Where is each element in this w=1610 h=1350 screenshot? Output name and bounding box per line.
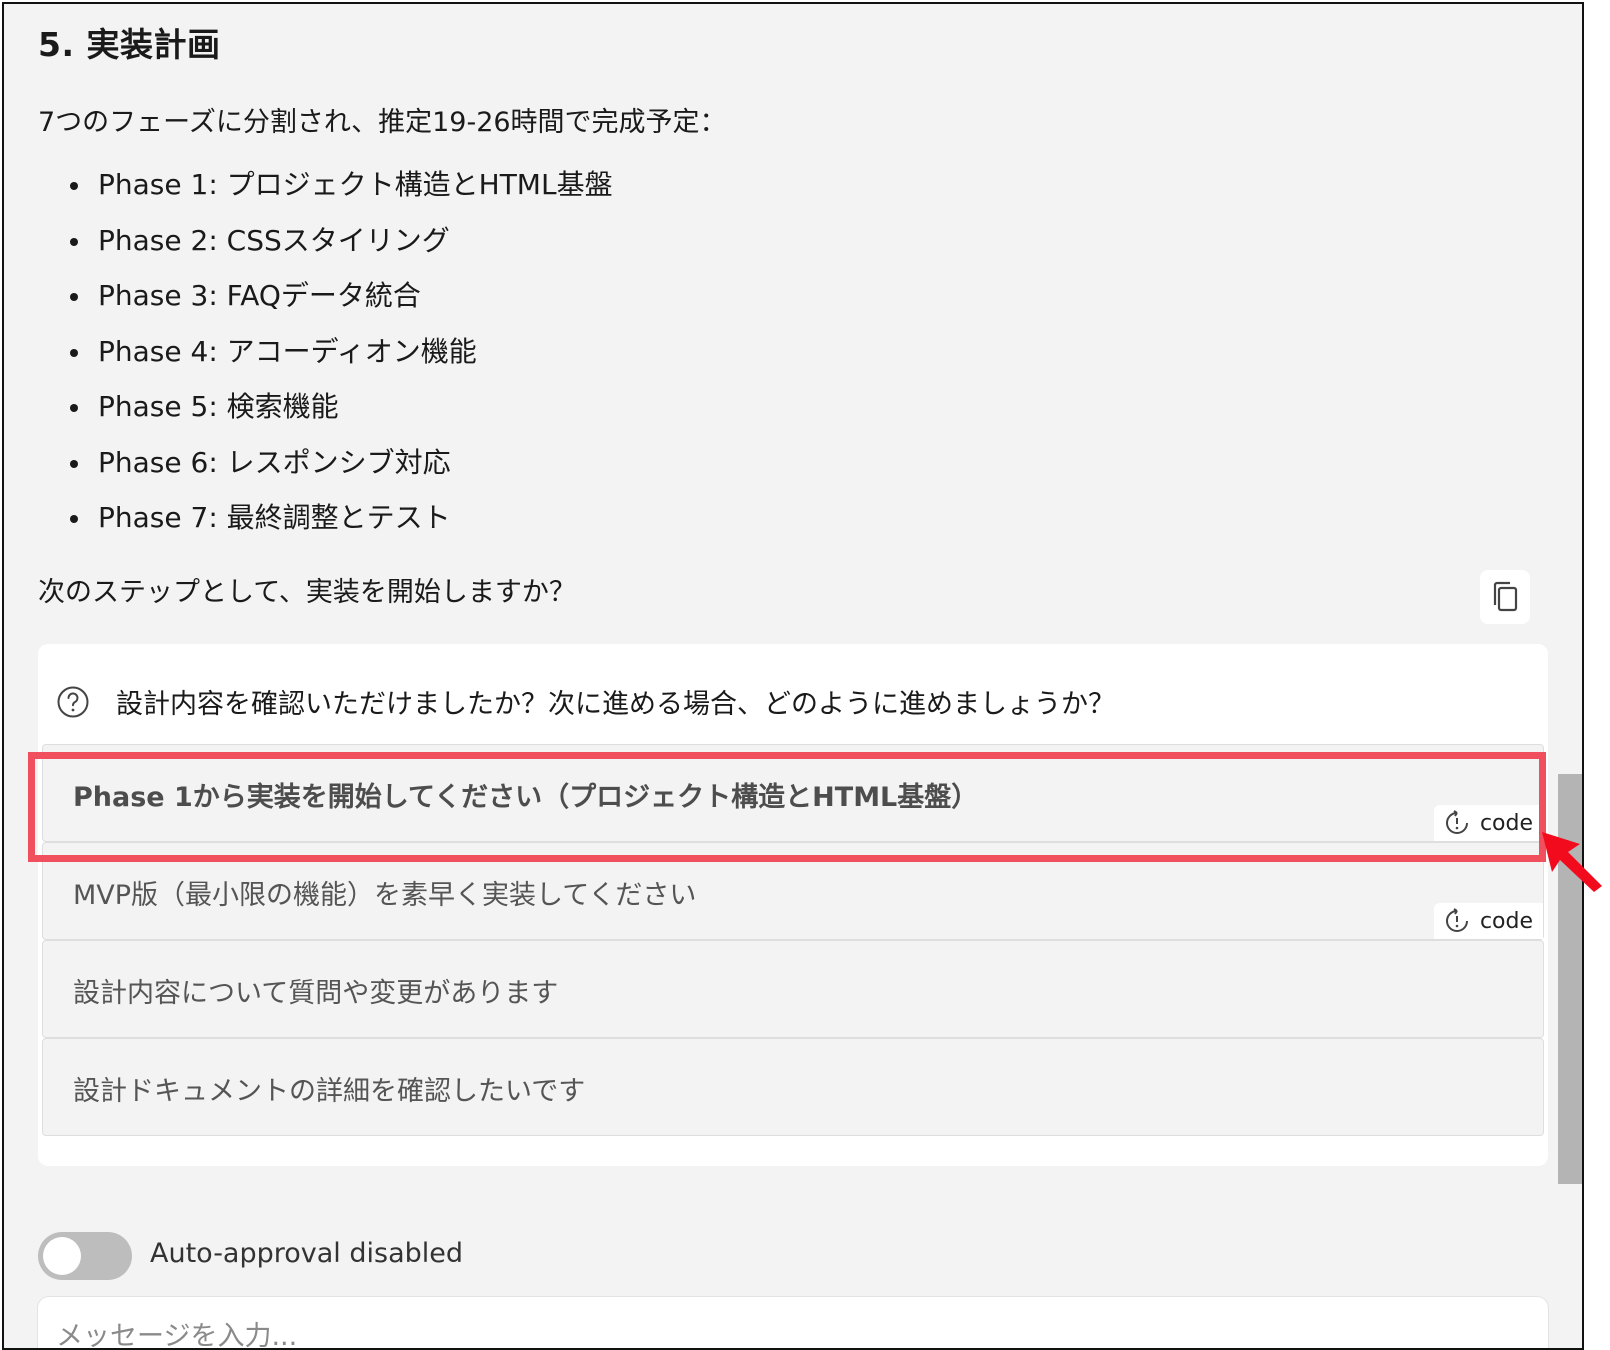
option-mvp[interactable]: MVP版（最小限の機能）を素早く実装してください code — [42, 842, 1544, 940]
message-input[interactable] — [37, 1296, 1549, 1348]
question-row: 設計内容を確認いただけましたか？次に進める場合、どのように進めましょうか？ — [56, 682, 1115, 721]
auto-approval-label: Auto-approval disabled — [150, 1238, 464, 1269]
tag-label: code — [1479, 908, 1533, 934]
section-heading: 5. 実装計画 — [38, 25, 221, 64]
sync-icon — [1445, 810, 1468, 834]
copy-icon — [1493, 581, 1518, 612]
chat-panel: 5. 実装計画 7つのフェーズに分割され、推定19-26時間で完成予定： Pha… — [2, 2, 1584, 1350]
phase-item: Phase 1: プロジェクト構造とHTML基盤 — [64, 164, 613, 220]
next-step-text: 次のステップとして、実装を開始しますか？ — [38, 577, 576, 608]
phase-item: Phase 4: アコーディオン機能 — [64, 331, 613, 387]
phase-item: Phase 5: 検索機能 — [64, 386, 613, 442]
toggle-knob — [43, 1237, 81, 1275]
question-circle-icon — [57, 686, 89, 717]
option-label: Phase 1から実装を開始してください（プロジェクト構造とHTML基盤） — [73, 782, 979, 813]
tag-label: code — [1479, 810, 1533, 836]
phase-item: Phase 3: FAQデータ統合 — [64, 275, 613, 331]
phase-list: Phase 1: プロジェクト構造とHTML基盤 Phase 2: CSSスタイ… — [64, 164, 613, 553]
option-phase1[interactable]: Phase 1から実装を開始してください（プロジェクト構造とHTML基盤） co… — [42, 744, 1544, 842]
option-label: 設計内容について質問や変更があります — [73, 978, 559, 1009]
option-view-docs[interactable]: 設計ドキュメントの詳細を確認したいです — [42, 1038, 1544, 1136]
pointer-arrow-icon — [1542, 832, 1602, 892]
phase-item: Phase 7: 最終調整とテスト — [64, 497, 613, 553]
option-label: 設計ドキュメントの詳細を確認したいです — [73, 1076, 586, 1107]
question-panel: 設計内容を確認いただけましたか？次に進める場合、どのように進めましょうか？ Ph… — [38, 644, 1548, 1166]
intro-text: 7つのフェーズに分割され、推定19-26時間で完成予定： — [38, 107, 727, 138]
copy-button[interactable] — [1480, 570, 1530, 624]
phase-item: Phase 6: レスポンシブ対応 — [64, 442, 613, 498]
auto-approval-toggle[interactable] — [38, 1232, 132, 1280]
option-label: MVP版（最小限の機能）を素早く実装してください — [73, 880, 697, 911]
code-tag: code — [1433, 805, 1543, 841]
code-tag: code — [1433, 903, 1543, 939]
phase-item: Phase 2: CSSスタイリング — [64, 220, 613, 276]
option-questions[interactable]: 設計内容について質問や変更があります — [42, 940, 1544, 1038]
question-text: 設計内容を確認いただけましたか？次に進める場合、どのように進めましょうか？ — [116, 689, 1115, 720]
sync-icon — [1445, 908, 1468, 932]
